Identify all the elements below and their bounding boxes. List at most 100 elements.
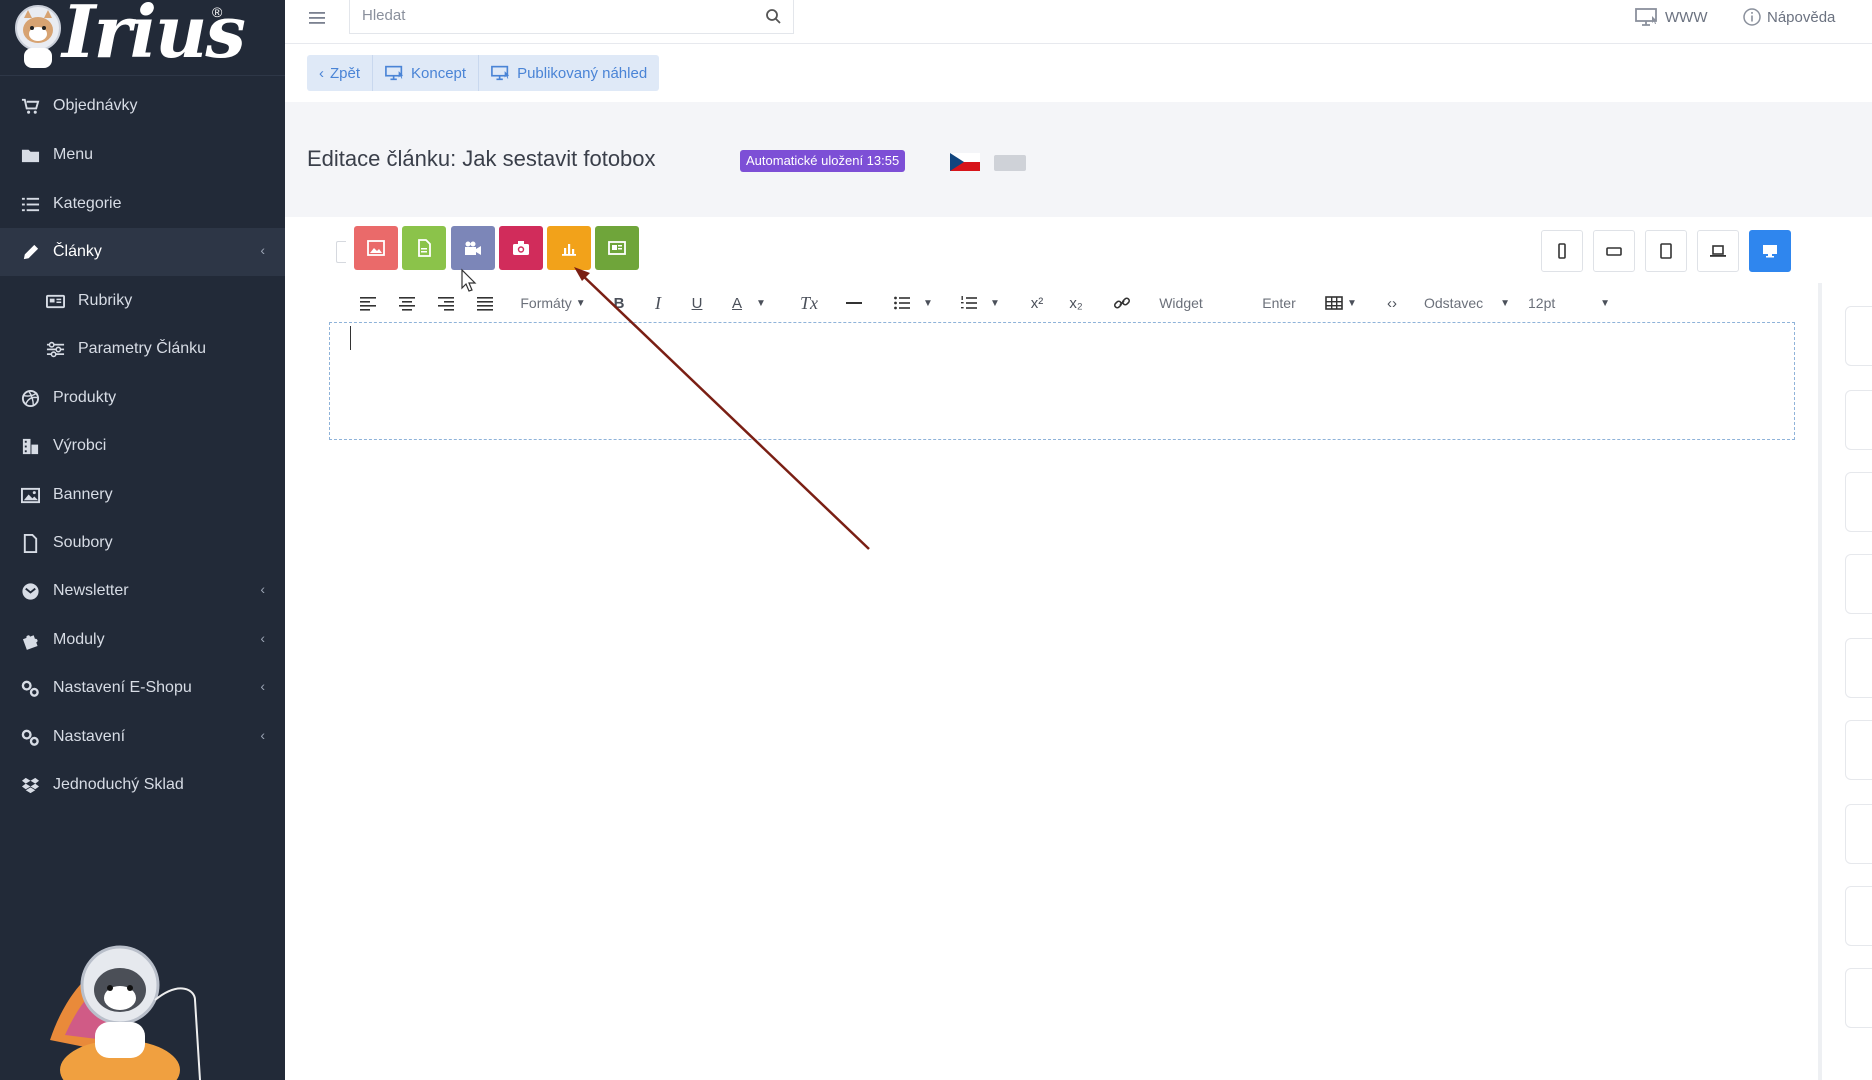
- sidebar-item-clanky[interactable]: Články ‹: [0, 228, 285, 276]
- sidebar-item-newsletter[interactable]: Newsletter ‹: [0, 567, 285, 615]
- side-panel-stub[interactable]: [1845, 968, 1872, 1028]
- enter-button[interactable]: Enter: [1254, 286, 1304, 320]
- side-panel-stub[interactable]: [1845, 306, 1872, 366]
- chevron-left-icon: ‹: [260, 727, 265, 743]
- insert-video-button[interactable]: [451, 226, 495, 270]
- chevron-left-icon: ‹: [260, 630, 265, 646]
- side-panel-stub[interactable]: [1845, 886, 1872, 946]
- text-caret: [350, 326, 351, 350]
- published-preview-button[interactable]: Publikovaný náhled: [479, 55, 659, 91]
- table-icon: [1325, 296, 1343, 310]
- sidebar-item-bannery[interactable]: Bannery: [0, 471, 285, 519]
- underline-button[interactable]: U: [685, 286, 709, 320]
- sidebar-item-menu[interactable]: Menu: [0, 131, 285, 179]
- at-icon: [20, 581, 40, 601]
- search-input[interactable]: Hledat: [349, 0, 794, 34]
- side-panel-stub[interactable]: [1845, 638, 1872, 698]
- brand-logo[interactable]: Irius ®: [0, 0, 285, 76]
- draft-preview-button[interactable]: Koncept: [373, 55, 480, 91]
- desktop-icon: [1763, 245, 1777, 258]
- side-panel-stub[interactable]: [1845, 554, 1872, 614]
- horizontal-rule-button[interactable]: [842, 286, 866, 320]
- content-editable-area[interactable]: [329, 322, 1795, 440]
- device-mobile-landscape-button[interactable]: [1593, 230, 1635, 272]
- help-link[interactable]: Nápověda: [1743, 6, 1835, 28]
- caret-down-icon: ▼: [923, 297, 933, 309]
- back-button[interactable]: ‹ Zpět: [307, 55, 374, 91]
- sidebar-item-nastaveni[interactable]: Nastavení ‹: [0, 713, 285, 761]
- slovak-flag-icon[interactable]: [994, 155, 1026, 171]
- sidebar-item-produkty[interactable]: Produkty: [0, 374, 285, 422]
- sidebar-item-vyrobci[interactable]: Výrobci: [0, 422, 285, 470]
- file-icon: [20, 533, 40, 553]
- image-icon: [20, 485, 40, 505]
- hamburger-menu-icon[interactable]: [307, 8, 327, 28]
- insert-image-button[interactable]: [354, 226, 398, 270]
- italic-button[interactable]: I: [646, 286, 670, 320]
- bold-button[interactable]: B: [607, 286, 631, 320]
- source-code-button[interactable]: ‹›: [1380, 286, 1404, 320]
- sidebar-item-soubory[interactable]: Soubory: [0, 519, 285, 567]
- bullet-list-dropdown[interactable]: ▼: [889, 286, 937, 320]
- block-format-dropdown[interactable]: Odstavec ▼: [1424, 286, 1510, 320]
- side-panel-stub[interactable]: [1845, 720, 1872, 780]
- tablet-icon: [1660, 243, 1672, 259]
- www-link[interactable]: WWW: [1635, 6, 1707, 28]
- astronaut-mascot-icon: [15, 5, 61, 68]
- caret-down-icon: ▼: [1600, 297, 1610, 309]
- sidebar-item-moduly[interactable]: Moduly ‹: [0, 616, 285, 664]
- formats-dropdown[interactable]: Formáty ▼: [519, 286, 587, 320]
- clear-formatting-button[interactable]: Tx: [797, 286, 821, 320]
- subscript-icon: x₂: [1069, 294, 1083, 312]
- side-panel-stub[interactable]: [1845, 472, 1872, 532]
- side-panel-stub[interactable]: [1845, 804, 1872, 864]
- text-color-dropdown[interactable]: A ▼: [725, 286, 773, 320]
- widget-select-checkbox[interactable]: [336, 241, 346, 263]
- search-icon[interactable]: [765, 8, 781, 24]
- registered-mark: ®: [212, 4, 223, 20]
- formats-label: Formáty: [520, 295, 572, 311]
- underline-icon: U: [691, 294, 703, 312]
- sidebar-item-objednavky[interactable]: Objednávky: [0, 82, 285, 130]
- document-icon: [418, 239, 431, 257]
- superscript-button[interactable]: x²: [1025, 286, 1049, 320]
- top-bar: Hledat WWW Nápověda: [285, 0, 1872, 44]
- align-center-button[interactable]: [395, 286, 419, 320]
- table-dropdown[interactable]: ▼: [1321, 286, 1361, 320]
- list-icon: [20, 194, 40, 214]
- device-mobile-button[interactable]: [1541, 230, 1583, 272]
- link-button[interactable]: [1110, 286, 1134, 320]
- czech-flag-icon[interactable]: [950, 153, 980, 171]
- device-desktop-button[interactable]: [1749, 230, 1791, 272]
- caret-down-icon: ▼: [756, 297, 766, 309]
- sidebar-item-parametry-clanku[interactable]: Parametry Článku: [0, 325, 285, 373]
- device-laptop-button[interactable]: [1697, 230, 1739, 272]
- insert-chart-button[interactable]: [547, 226, 591, 270]
- sidebar-item-nastaveni-eshopu[interactable]: Nastavení E-Shopu ‹: [0, 664, 285, 712]
- insert-gallery-button[interactable]: [499, 226, 543, 270]
- align-left-button[interactable]: [356, 286, 380, 320]
- numbered-list-dropdown[interactable]: ▼: [956, 286, 1004, 320]
- sidebar-item-label: Menu: [53, 146, 94, 163]
- align-right-button[interactable]: [434, 286, 458, 320]
- code-icon: ‹›: [1387, 294, 1397, 312]
- insert-card-button[interactable]: [595, 226, 639, 270]
- sliders-icon: [45, 339, 65, 359]
- side-panel-stub[interactable]: [1845, 390, 1872, 450]
- sidebar-item-label: Soubory: [53, 534, 113, 551]
- sidebar-item-kategorie[interactable]: Kategorie: [0, 180, 285, 228]
- sidebar-item-label: Produkty: [53, 389, 117, 406]
- pencil-icon: [20, 242, 40, 262]
- sidebar-item-rubriky[interactable]: Rubriky: [0, 277, 285, 325]
- device-tablet-button[interactable]: [1645, 230, 1687, 272]
- insert-document-button[interactable]: [402, 226, 446, 270]
- sidebar-item-jednoduchy-sklad[interactable]: Jednoduchý Sklad: [0, 761, 285, 809]
- sidebar-item-label: Bannery: [53, 486, 113, 503]
- astronaut-dog-mascot-icon: [50, 945, 201, 1080]
- mouse-cursor-icon: [461, 268, 477, 292]
- font-size-dropdown[interactable]: 12pt ▼: [1528, 286, 1610, 320]
- newspaper-icon: [45, 291, 65, 311]
- widget-button[interactable]: Widget: [1150, 286, 1212, 320]
- subscript-button[interactable]: x₂: [1064, 286, 1088, 320]
- link-icon: [1113, 297, 1131, 309]
